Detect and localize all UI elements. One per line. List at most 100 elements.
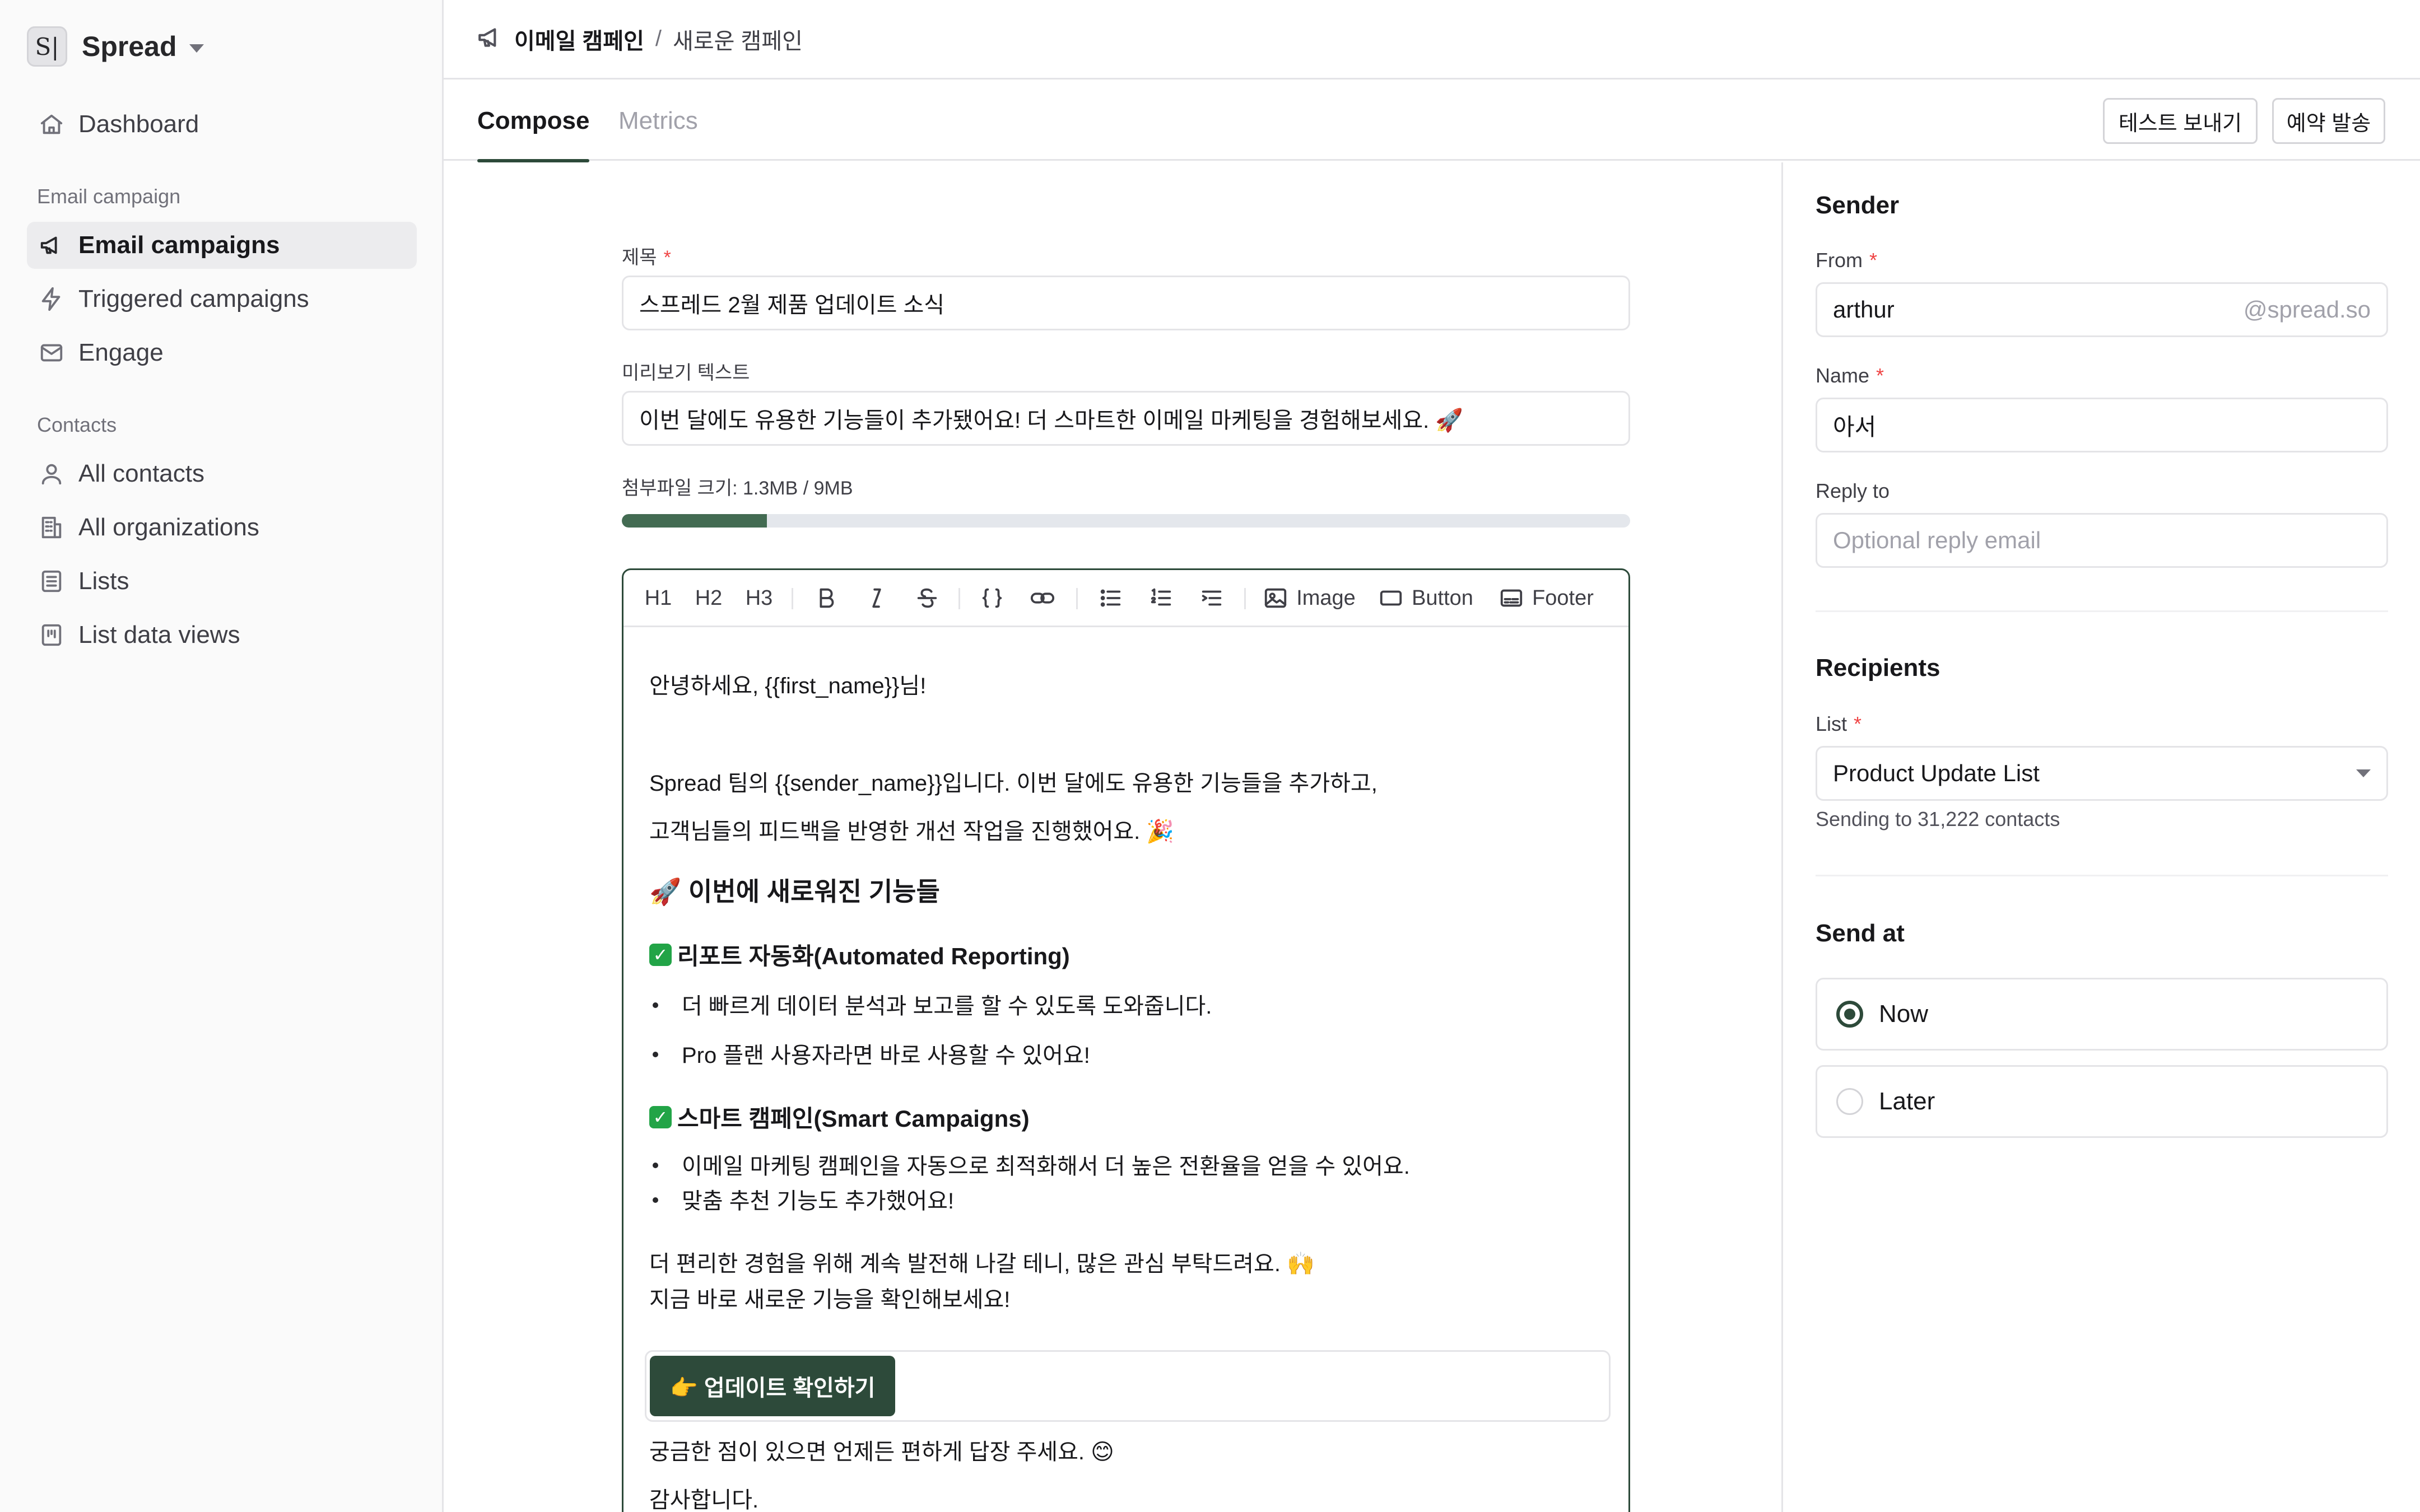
insert-button-button[interactable]: Button xyxy=(1372,570,1479,626)
sidebar-item-list-data-views[interactable]: List data views xyxy=(27,612,417,659)
sidebar-item-dashboard[interactable]: Dashboard xyxy=(27,101,417,148)
envelope-icon xyxy=(37,338,66,367)
tab-bar: Compose Metrics 테스트 보내기 예약 발송 xyxy=(444,81,2420,162)
section-divider xyxy=(1816,875,2388,876)
link-icon xyxy=(1030,592,1055,604)
send-later-option[interactable]: Later xyxy=(1816,1065,2388,1138)
italic-button[interactable] xyxy=(859,570,895,626)
sidebar-item-label: Triggered campaigns xyxy=(78,285,309,312)
sidebar-item-engage[interactable]: Engage xyxy=(27,329,417,376)
insert-image-button[interactable]: Image xyxy=(1259,570,1360,626)
outro-line-1: 더 편리한 경험을 위해 계속 발전해 나갈 테니, 많은 관심 부탁드려요. … xyxy=(649,1252,1315,1276)
sender-name-input[interactable]: 아서 xyxy=(1816,398,2388,452)
ordered-list-button[interactable] xyxy=(1143,570,1179,626)
tab-compose[interactable]: Compose xyxy=(477,81,590,162)
tab-metrics[interactable]: Metrics xyxy=(618,81,698,161)
code-button[interactable] xyxy=(974,570,1010,626)
from-value: arthur xyxy=(1833,296,1895,323)
insert-image-label: Image xyxy=(1296,586,1356,610)
bullet-dot xyxy=(653,1052,658,1057)
strikethrough-button[interactable] xyxy=(909,570,945,626)
indent-button[interactable] xyxy=(1194,570,1230,626)
chart-icon xyxy=(37,620,66,650)
toolbar-divider xyxy=(1076,588,1078,609)
name-label: Name * xyxy=(1816,364,1884,387)
cta-update-button[interactable]: 👉 업데이트 확인하기 xyxy=(650,1356,896,1416)
workspace-name: Spread xyxy=(82,31,177,62)
radio-selected[interactable] xyxy=(1836,1001,1863,1028)
insert-button-label: Button xyxy=(1412,586,1473,610)
subject-input[interactable]: 스프레드 2월 제품 업데이트 소식 xyxy=(622,276,1630,330)
preview-text-input[interactable]: 이번 달에도 유용한 기능들이 추가됐어요! 더 스마트한 이메일 마케팅을 경… xyxy=(622,391,1630,446)
footer-icon xyxy=(1500,589,1523,607)
strikethrough-icon xyxy=(917,588,937,608)
workspace-switcher[interactable]: S| Spread xyxy=(27,26,204,67)
list-label: List * xyxy=(1816,712,1862,735)
sidebar-item-all-organizations[interactable]: All organizations xyxy=(27,504,417,551)
test-send-button[interactable]: 테스트 보내기 xyxy=(2103,98,2258,144)
attachment-progress-fill xyxy=(622,514,767,528)
checkmark-icon: ✓ xyxy=(649,1105,672,1128)
bold-button[interactable] xyxy=(808,570,844,626)
from-input[interactable]: arthur @spread.so xyxy=(1816,282,2388,337)
workspace-logo: S| xyxy=(27,26,67,67)
sidebar-item-label: Email campaigns xyxy=(78,231,280,259)
heading1-button[interactable]: H1 xyxy=(638,570,678,626)
sidebar-item-email-campaigns[interactable]: Email campaigns xyxy=(27,222,417,269)
reply-to-input[interactable]: Optional reply email xyxy=(1816,513,2388,568)
sidebar-item-label: All contacts xyxy=(78,460,204,487)
cta-button-block[interactable]: 👉 업데이트 확인하기 xyxy=(645,1350,1611,1422)
chevron-down-icon xyxy=(189,44,204,53)
building-icon xyxy=(37,513,66,542)
email-editor[interactable]: H1 H2 H3 Image Button Footer 안녕하세요, {{fi… xyxy=(622,568,1630,1512)
sidebar-item-label: Dashboard xyxy=(78,110,199,138)
send-now-option[interactable]: Now xyxy=(1816,978,2388,1051)
list-icon xyxy=(37,567,66,596)
reply-to-placeholder: Optional reply email xyxy=(1833,527,2041,553)
recipients-title: Recipients xyxy=(1816,654,1940,682)
settings-panel: Sender From * arthur @spread.so Name * 아서 … xyxy=(1781,162,2420,1512)
app-root: S| Spread Dashboard Email campaign Email… xyxy=(0,0,2420,1512)
sidebar-item-all-contacts[interactable]: All contacts xyxy=(27,450,417,497)
radio-unselected[interactable] xyxy=(1836,1088,1863,1115)
checkmark-icon: ✓ xyxy=(649,943,672,966)
breadcrumb: 이메일 캠페인 / 새로운 캠페인 xyxy=(444,0,2420,80)
schedule-send-button[interactable]: 예약 발송 xyxy=(2272,98,2385,144)
breadcrumb-parent[interactable]: 이메일 캠페인 xyxy=(514,23,644,55)
button-icon xyxy=(1380,590,1402,606)
sidebar-section-title: Email campaign xyxy=(37,185,181,208)
intro-line-1: Spread 팀의 {{sender_name}}입니다. 이번 달에도 유용한… xyxy=(649,771,1377,796)
sidebar-item-triggered-campaigns[interactable]: Triggered campaigns xyxy=(27,276,417,323)
subject-label: 제목 * xyxy=(622,247,671,268)
sender-title: Sender xyxy=(1816,192,1900,219)
bullet-dot xyxy=(653,1163,658,1168)
from-label: From * xyxy=(1816,249,1878,272)
toolbar-divider xyxy=(1244,588,1246,609)
indent-list-icon xyxy=(1202,590,1222,606)
link-button[interactable] xyxy=(1025,570,1060,626)
bullet-dot xyxy=(653,1002,658,1008)
home-icon xyxy=(37,110,66,139)
heading3-button[interactable]: H3 xyxy=(739,570,779,626)
sidebar-item-label: List data views xyxy=(78,621,240,648)
send-at-title: Send at xyxy=(1816,920,1905,947)
sidebar-item-label: Engage xyxy=(78,339,164,366)
insert-footer-label: Footer xyxy=(1532,586,1594,610)
feature-1-title: ✓ 리포트 자동화(Automated Reporting) xyxy=(649,937,1070,972)
bullet-list-button[interactable] xyxy=(1093,570,1129,626)
sidebar-item-lists[interactable]: Lists xyxy=(27,558,417,605)
send-later-label: Later xyxy=(1879,1088,1935,1115)
compose-panel: 제목 * 스프레드 2월 제품 업데이트 소식 미리보기 텍스트 이번 달에도 유… xyxy=(444,162,1781,1512)
section-divider xyxy=(1816,610,2388,612)
closing-line-2: 감사합니다. xyxy=(649,1488,759,1512)
chevron-down-icon xyxy=(2356,769,2371,777)
breadcrumb-separator: / xyxy=(655,26,662,51)
attachment-size-label: 첨부파일 크기: 1.3MB / 9MB xyxy=(622,478,853,499)
megaphone-icon xyxy=(37,231,66,260)
heading2-button[interactable]: H2 xyxy=(688,570,729,626)
recipient-list-select[interactable]: Product Update List xyxy=(1816,746,2388,801)
feature-2-bullet: 맞춤 추천 기능도 추가했어요! xyxy=(682,1189,955,1214)
recipient-count-hint: Sending to 31,222 contacts xyxy=(1816,808,2060,830)
feature-1-bullet: 더 빠르게 데이터 분석과 보고를 할 수 있도록 도와줍니다. xyxy=(682,994,1212,1019)
insert-footer-button[interactable]: Footer xyxy=(1492,570,1600,626)
